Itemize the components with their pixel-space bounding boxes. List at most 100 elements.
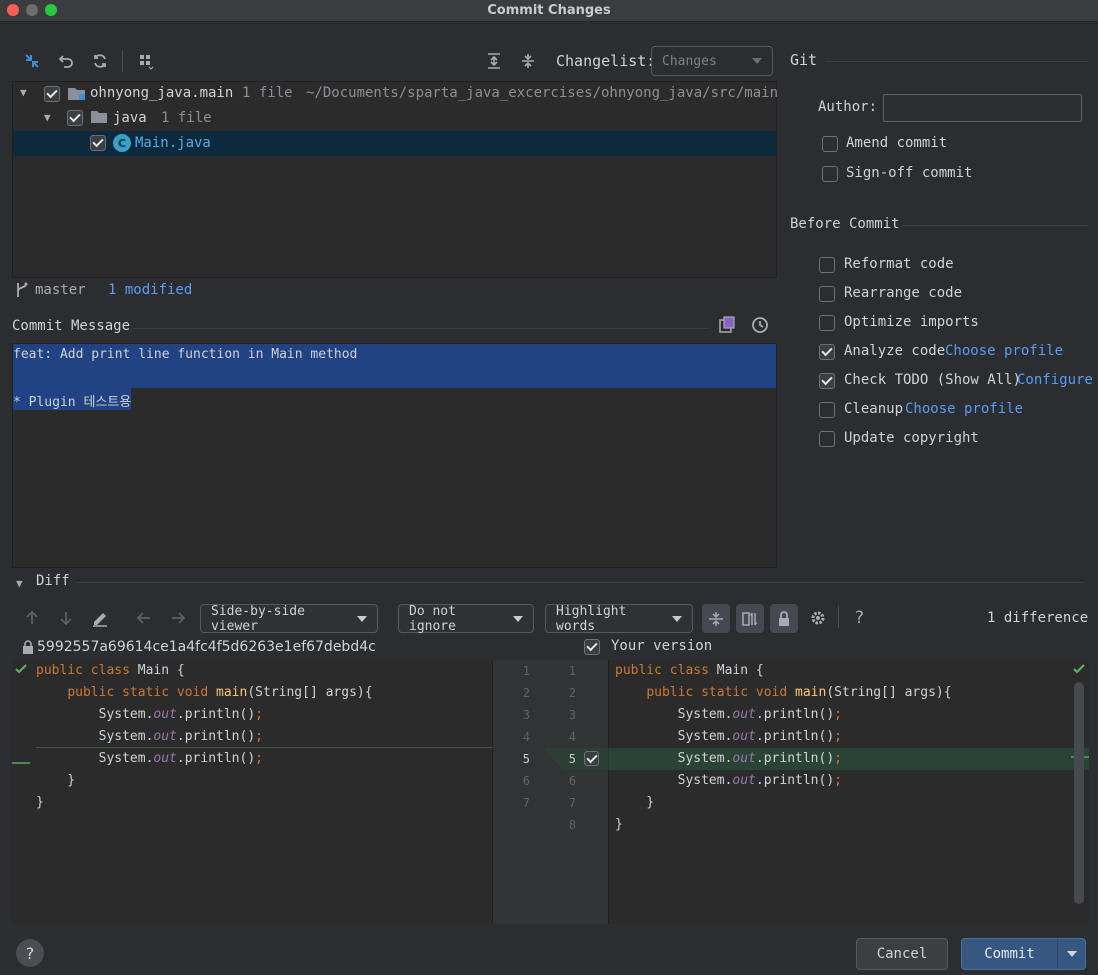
line-number: 1 xyxy=(568,664,576,678)
arrow-left-icon[interactable] xyxy=(132,606,156,630)
right-code: public class Main { public static void m… xyxy=(615,663,952,832)
sync-scroll-icon[interactable] xyxy=(736,604,764,633)
root-checkbox[interactable] xyxy=(44,86,60,102)
check-icon xyxy=(14,662,28,676)
modified-count[interactable]: 1 modified xyxy=(108,282,192,298)
history-clock-icon[interactable] xyxy=(748,313,772,337)
arrow-down-icon[interactable] xyxy=(54,606,78,630)
cancel-button[interactable]: Cancel xyxy=(856,938,948,970)
changelist-value: Changes xyxy=(662,53,717,69)
diff-header[interactable]: Diff xyxy=(36,573,70,589)
line-number: 1 xyxy=(522,664,530,678)
commit-message-header: Commit Message xyxy=(12,318,131,334)
cleanup-checkbox[interactable] xyxy=(819,402,835,418)
reformat-code-checkbox[interactable] xyxy=(819,257,835,273)
include-change-checkbox[interactable] xyxy=(584,751,599,766)
divider xyxy=(492,660,493,924)
amend-commit-checkbox[interactable] xyxy=(822,136,838,152)
analyze-code-profile-link[interactable]: Choose profile xyxy=(945,343,1063,359)
line-number: 3 xyxy=(522,708,530,722)
author-input[interactable] xyxy=(883,94,1082,122)
divider xyxy=(76,582,1084,583)
file-name[interactable]: Main.java xyxy=(135,135,211,151)
line-number: 5 xyxy=(568,752,576,766)
line-number: 7 xyxy=(522,796,530,810)
optimize-imports-label[interactable]: Optimize imports xyxy=(844,314,979,330)
gear-icon[interactable] xyxy=(806,606,830,630)
rollback-icon[interactable] xyxy=(54,49,78,73)
root-name: ohnyong_java.main xyxy=(90,85,234,101)
highlight-select[interactable]: Highlight words xyxy=(545,604,693,634)
chevron-down-icon xyxy=(752,58,762,64)
arrow-up-icon[interactable] xyxy=(20,606,44,630)
vertical-scrollbar[interactable] xyxy=(1074,682,1084,904)
help-icon[interactable]: ? xyxy=(855,608,864,628)
right-version-title: Your version xyxy=(611,638,713,654)
commit-options-button[interactable] xyxy=(1058,939,1085,969)
ignore-select[interactable]: Do not ignore xyxy=(398,603,534,634)
line-number: 6 xyxy=(522,774,530,788)
rearrange-code-checkbox[interactable] xyxy=(819,286,835,302)
collapse-icon[interactable] xyxy=(20,49,44,73)
sign-off-commit-checkbox[interactable] xyxy=(822,166,838,182)
changelist-label: Changelist: xyxy=(556,52,656,70)
commit-split-button: Commit xyxy=(961,938,1086,970)
chevron-down-icon[interactable]: ▼ xyxy=(44,111,51,124)
line-number: 7 xyxy=(568,796,576,810)
update-copyright-label[interactable]: Update copyright xyxy=(844,430,979,446)
group-by-icon[interactable] xyxy=(134,49,158,73)
line-number: 4 xyxy=(522,730,530,744)
before-commit-header: Before Commit xyxy=(790,216,900,232)
branch-icon xyxy=(14,281,30,299)
cleanup-profile-link[interactable]: Choose profile xyxy=(905,401,1023,417)
line-number: 5 xyxy=(522,752,530,766)
expand-all-icon[interactable] xyxy=(482,49,506,73)
line-number: 6 xyxy=(568,774,576,788)
amend-commit-label[interactable]: Amend commit xyxy=(846,135,947,151)
collapse-unchanged-icon[interactable] xyxy=(702,604,730,633)
line-number: 2 xyxy=(522,686,530,700)
analyze-code-checkbox[interactable] xyxy=(819,344,835,360)
check-todo-label[interactable]: Check TODO (Show All) xyxy=(844,372,1021,388)
reformat-code-label[interactable]: Reformat code xyxy=(844,256,954,272)
viewer-value: Side-by-side viewer xyxy=(211,603,305,634)
refresh-icon[interactable] xyxy=(88,49,112,73)
divider xyxy=(133,328,708,329)
left-revision-hash: 5992557a69614ce1a4fc4f5d6263e1ef67debd4c xyxy=(37,639,376,655)
commit-button[interactable]: Commit xyxy=(962,939,1058,969)
lock-icon[interactable] xyxy=(770,604,798,633)
commit-message-line: * Plugin 테스트용 xyxy=(13,395,132,410)
branch-name[interactable]: master xyxy=(35,282,86,298)
toolbar-divider xyxy=(838,606,839,628)
cleanup-label[interactable]: Cleanup xyxy=(844,401,903,417)
analyze-code-label[interactable]: Analyze code xyxy=(844,343,945,359)
window-title: Commit Changes xyxy=(487,3,611,18)
arrow-right-icon[interactable] xyxy=(166,606,190,630)
changelist-select[interactable]: Changes xyxy=(651,46,773,76)
check-todo-checkbox[interactable] xyxy=(819,373,835,389)
lock-icon xyxy=(22,640,34,654)
root-path: ~/Documents/sparta_java_excercises/ohnyo… xyxy=(306,85,779,101)
help-button[interactable]: ? xyxy=(16,939,44,967)
chevron-down-icon[interactable]: ▼ xyxy=(20,86,27,99)
optimize-imports-checkbox[interactable] xyxy=(819,315,835,331)
folder-name: java xyxy=(113,110,147,126)
chevron-down-icon xyxy=(513,615,523,622)
rearrange-code-label[interactable]: Rearrange code xyxy=(844,285,962,301)
viewer-select[interactable]: Side-by-side viewer xyxy=(200,603,378,634)
update-copyright-checkbox[interactable] xyxy=(819,431,835,447)
include-all-checkbox[interactable] xyxy=(584,639,600,655)
folder-checkbox[interactable] xyxy=(67,110,83,126)
check-todo-configure-link[interactable]: Configure xyxy=(1017,372,1093,388)
folder-icon xyxy=(90,110,108,124)
commit-template-icon[interactable] xyxy=(715,313,739,337)
chevron-down-icon[interactable]: ▼ xyxy=(16,577,23,590)
line-number: 3 xyxy=(568,708,576,722)
file-checkbox[interactable] xyxy=(90,135,106,151)
edit-pencil-icon[interactable] xyxy=(88,606,112,630)
change-marker xyxy=(12,762,30,764)
collapse-all-icon[interactable] xyxy=(516,49,540,73)
divider xyxy=(902,225,1088,226)
sign-off-commit-label[interactable]: Sign-off commit xyxy=(846,165,972,181)
ignore-value: Do not ignore xyxy=(409,603,456,634)
